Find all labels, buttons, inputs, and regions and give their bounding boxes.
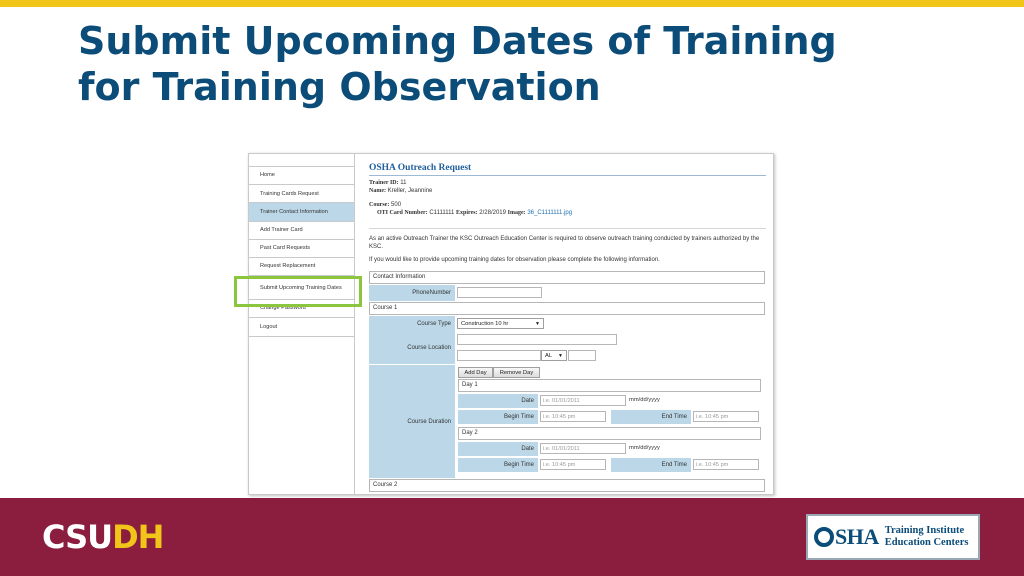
course-label: Course: bbox=[369, 202, 390, 208]
osha-training-institute-logo: SHA Training Institute Education Centers bbox=[806, 514, 980, 560]
intro-paragraph: As an active Outreach Trainer the KSC Ou… bbox=[369, 236, 760, 250]
osha-logo-line-2: Education Centers bbox=[884, 537, 969, 548]
day-1-end-time-input[interactable]: i.e. 10:45 pm bbox=[693, 411, 759, 422]
info-divider bbox=[369, 228, 766, 229]
trainer-id-label: Trainer ID: bbox=[369, 180, 399, 186]
slide-title: Submit Upcoming Dates of Training for Tr… bbox=[78, 18, 978, 110]
sidebar-item-past-card-requests[interactable]: Past Card Requests bbox=[249, 240, 354, 258]
phone-number-input[interactable] bbox=[457, 287, 542, 298]
highlight-box bbox=[234, 276, 362, 307]
request-title: OSHA Outreach Request bbox=[369, 163, 472, 173]
sidebar-item-home[interactable]: Home bbox=[249, 167, 354, 186]
csudh-logo-csu: CSU bbox=[42, 518, 113, 556]
osha-logo-line-1: Training Institute bbox=[884, 525, 965, 536]
day-1-begin-time-input[interactable]: i.e. 10:45 pm bbox=[540, 411, 606, 422]
oti-value: C1111111 bbox=[429, 209, 455, 216]
sidebar-item-training-cards-request[interactable]: Training Cards Request bbox=[249, 185, 354, 204]
day-1-end-time-label: End Time bbox=[611, 410, 691, 424]
trainer-info: Trainer ID: 11 Name: Kreller, Jeannine bbox=[369, 180, 432, 195]
instructions-paragraph: If you would like to provide upcoming tr… bbox=[369, 257, 660, 263]
course-type-select[interactable]: Construction 10 hr ▼ bbox=[457, 318, 544, 329]
course-location-label: Course Location bbox=[369, 332, 455, 364]
image-label: Image: bbox=[507, 209, 526, 216]
expires-label: Expires: bbox=[456, 209, 478, 216]
sidebar-item-add-trainer-card[interactable]: Add Trainer Card bbox=[249, 222, 354, 240]
title-divider bbox=[369, 175, 766, 176]
add-day-button[interactable]: Add Day bbox=[458, 367, 493, 378]
image-link[interactable]: 36_C1111111.jpg bbox=[527, 210, 572, 216]
remove-day-button[interactable]: Remove Day bbox=[493, 367, 540, 378]
main-content: OSHA Outreach Request Trainer ID: 11 Nam… bbox=[355, 154, 773, 494]
day-1-begin-time-label: Begin Time bbox=[458, 410, 538, 424]
day-2-begin-time-input[interactable]: i.e. 10:45 pm bbox=[540, 459, 606, 470]
day-2-date-input[interactable]: i.e. 01/01/2011 bbox=[540, 443, 626, 454]
contact-information-section: Contact Information bbox=[369, 271, 765, 284]
course-location-city-input[interactable] bbox=[457, 350, 541, 361]
slide-title-line-1: Submit Upcoming Dates of Training bbox=[78, 19, 837, 63]
name-label: Name: bbox=[369, 187, 386, 194]
sidebar-item-logout[interactable]: Logout bbox=[249, 318, 354, 337]
day-2-header: Day 2 bbox=[458, 427, 761, 440]
expires-value: 2/28/2019 bbox=[479, 209, 506, 216]
day-1-date-label: Date bbox=[458, 394, 538, 408]
course-location-address-input[interactable] bbox=[457, 334, 617, 345]
course-2-section: Course 2 bbox=[369, 479, 765, 492]
state-select[interactable]: AL ▼ bbox=[541, 350, 567, 361]
day-1-date-input[interactable]: i.e. 01/01/2011 bbox=[540, 395, 626, 406]
csudh-logo-dh: DH bbox=[112, 518, 164, 556]
top-accent-bar bbox=[0, 0, 1024, 7]
csudh-logo: CSUDH bbox=[42, 518, 164, 556]
course-duration-label: Course Duration bbox=[369, 365, 455, 478]
course-type-label: Course Type bbox=[369, 316, 455, 332]
osha-logo-text: Training Institute Education Centers bbox=[885, 525, 969, 549]
day-2-end-time-label: End Time bbox=[611, 458, 691, 472]
course-type-value: Construction 10 hr bbox=[461, 321, 509, 327]
card-info: Course: 500 OTI Card Number: C1111111 Ex… bbox=[369, 202, 572, 217]
day-2-date-label: Date bbox=[458, 442, 538, 456]
sidebar-nav: Home Training Cards Request Trainer Cont… bbox=[249, 154, 355, 494]
sidebar-item-request-replacement[interactable]: Request Replacement bbox=[249, 258, 354, 277]
osha-mark: SHA bbox=[814, 524, 879, 550]
chevron-down-icon: ▼ bbox=[535, 321, 540, 327]
day-2-end-time-input[interactable]: i.e. 10:45 pm bbox=[693, 459, 759, 470]
slide-title-line-2: for Training Observation bbox=[78, 65, 601, 109]
day-2-begin-time-label: Begin Time bbox=[458, 458, 538, 472]
phone-number-label: PhoneNumber bbox=[369, 285, 455, 301]
course-1-section: Course 1 bbox=[369, 302, 765, 315]
trainer-id-value: 11 bbox=[400, 180, 407, 186]
oti-label: OTI Card Number: bbox=[377, 209, 428, 216]
osha-circle-icon bbox=[814, 527, 834, 547]
chevron-down-icon: ▼ bbox=[558, 353, 563, 359]
osha-mark-text: SHA bbox=[835, 524, 879, 549]
day-1-header: Day 1 bbox=[458, 379, 761, 392]
course-value: 500 bbox=[391, 202, 402, 208]
day-1-date-format: mm/dd/yyyy bbox=[629, 397, 660, 403]
name-value: Kreller, Jeannine bbox=[387, 187, 433, 194]
sidebar-item-trainer-contact-information[interactable]: Trainer Contact Information bbox=[249, 203, 354, 222]
zip-input[interactable] bbox=[568, 350, 596, 361]
screenshot-panel: Home Training Cards Request Trainer Cont… bbox=[248, 153, 774, 495]
state-value: AL bbox=[545, 353, 553, 359]
day-2-date-format: mm/dd/yyyy bbox=[629, 445, 660, 451]
sidebar-header bbox=[249, 154, 354, 167]
